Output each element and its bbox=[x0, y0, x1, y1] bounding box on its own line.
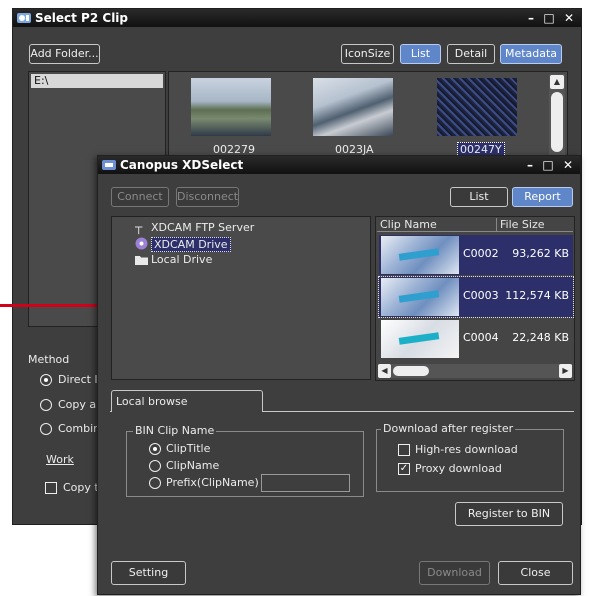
maximize-icon[interactable]: □ bbox=[540, 157, 556, 173]
clip-thumbnail[interactable] bbox=[313, 78, 393, 136]
prefix-radio[interactable] bbox=[149, 477, 161, 489]
clip-size: 22,248 KB bbox=[512, 331, 569, 344]
proxy-checkbox[interactable]: ✓ bbox=[398, 463, 410, 475]
xdselect-window: Canopus XDSelect – □ ✕ Connect Disconnec… bbox=[97, 155, 581, 595]
disconnect-button[interactable]: Disconnect bbox=[176, 187, 239, 207]
list-view-button[interactable]: List bbox=[400, 44, 441, 64]
tab-label: Local browse bbox=[116, 395, 188, 408]
column-header-file-size[interactable]: File Size bbox=[497, 218, 573, 232]
clip-thumbnail bbox=[381, 236, 459, 274]
scroll-thumb[interactable] bbox=[393, 366, 429, 376]
method-label: Method bbox=[28, 353, 70, 366]
clip-thumbnail[interactable] bbox=[437, 78, 517, 136]
copy-and-label[interactable]: Copy ar bbox=[58, 398, 101, 411]
column-header-label: Clip Name bbox=[380, 218, 437, 231]
clip-row[interactable]: C0003 112,574 KB bbox=[378, 276, 574, 318]
proxy-label[interactable]: Proxy download bbox=[415, 462, 502, 475]
minimize-icon[interactable]: – bbox=[523, 10, 539, 26]
high-res-checkbox[interactable] bbox=[398, 444, 410, 456]
connect-button[interactable]: Connect bbox=[111, 187, 169, 207]
minimize-icon[interactable]: – bbox=[522, 157, 538, 173]
clip-title-label[interactable]: ClipTitle bbox=[166, 442, 210, 455]
clip-list-hscrollbar[interactable]: ◀ ▶ bbox=[378, 364, 572, 378]
clip-thumbnail bbox=[381, 278, 459, 316]
group-legend: Download after register bbox=[381, 422, 516, 435]
xdselect-titlebar[interactable]: Canopus XDSelect – □ ✕ bbox=[98, 156, 580, 174]
setting-button[interactable]: Setting bbox=[111, 561, 186, 585]
clip-title-radio[interactable] bbox=[149, 443, 161, 455]
close-icon[interactable]: ✕ bbox=[561, 10, 577, 26]
clip-thumbnail bbox=[381, 320, 459, 358]
bin-clip-name-group: BIN Clip Name ClipTitle ClipName Prefix(… bbox=[126, 424, 364, 497]
scroll-up-icon[interactable]: ▲ bbox=[550, 75, 564, 89]
ftp-server-icon: ┬ bbox=[135, 220, 143, 234]
app-icon bbox=[102, 160, 116, 170]
clip-row[interactable]: C0004 22,248 KB bbox=[379, 319, 573, 359]
column-header-clip-name[interactable]: Clip Name bbox=[377, 218, 497, 232]
tab-local-browse[interactable]: Local browse bbox=[111, 390, 263, 412]
clip-name-label[interactable]: ClipName bbox=[166, 459, 219, 472]
clip-size: 93,262 KB bbox=[512, 247, 569, 260]
thumbnail-scrollbar[interactable]: ▲ bbox=[549, 74, 565, 158]
folder-path: E:\ bbox=[34, 74, 49, 87]
column-header-label: File Size bbox=[500, 218, 545, 231]
work-label: Work bbox=[46, 453, 74, 466]
direct-in-radio[interactable] bbox=[40, 374, 52, 386]
close-button[interactable]: Close bbox=[498, 561, 573, 585]
tree-item-label: Local Drive bbox=[151, 253, 213, 266]
scroll-right-icon[interactable]: ▶ bbox=[559, 364, 572, 378]
folder-item[interactable]: E:\ bbox=[31, 74, 163, 88]
tree-item-label: XDCAM FTP Server bbox=[151, 221, 255, 234]
app-icon bbox=[17, 13, 31, 23]
clip-name: C0004 bbox=[463, 331, 499, 344]
group-legend: BIN Clip Name bbox=[133, 424, 217, 437]
clip-name-radio[interactable] bbox=[149, 460, 161, 472]
clip-name: C0002 bbox=[463, 247, 499, 260]
clip-list[interactable]: Clip Name File Size C0002 93,262 KB C000… bbox=[375, 216, 575, 381]
source-tree[interactable]: ┬ XDCAM FTP Server XDCAM Drive Local Dri… bbox=[111, 216, 371, 380]
register-to-bin-button[interactable]: Register to BIN bbox=[455, 502, 563, 526]
scroll-thumb[interactable] bbox=[551, 92, 563, 152]
tree-item-label: XDCAM Drive bbox=[151, 237, 231, 252]
window-title: Select P2 Clip bbox=[35, 11, 129, 25]
prefix-label[interactable]: Prefix(ClipName) bbox=[166, 476, 259, 489]
folder-icon bbox=[135, 256, 148, 265]
high-res-label[interactable]: High-res download bbox=[415, 443, 518, 456]
list-button[interactable]: List bbox=[450, 187, 508, 207]
copy-and-radio[interactable] bbox=[40, 399, 52, 411]
clip-size: 112,574 KB bbox=[505, 289, 569, 302]
metadata-button[interactable]: Metadata bbox=[500, 44, 562, 64]
select-p2-clip-titlebar[interactable]: Select P2 Clip – □ ✕ bbox=[13, 9, 581, 27]
add-folder-button[interactable]: Add Folder... bbox=[29, 44, 100, 64]
detail-view-button[interactable]: Detail bbox=[447, 44, 495, 64]
clip-thumbnail[interactable] bbox=[191, 78, 271, 136]
clip-row[interactable]: C0002 93,262 KB bbox=[379, 235, 573, 275]
prefix-input[interactable] bbox=[261, 474, 350, 492]
copy-to-checkbox[interactable] bbox=[45, 482, 57, 494]
clip-name: C0003 bbox=[463, 289, 499, 302]
download-after-register-group: Download after register High-res downloa… bbox=[376, 422, 564, 492]
scroll-left-icon[interactable]: ◀ bbox=[378, 364, 391, 378]
thumbnail-pane: 002279 0023JA 00247Y ▲ bbox=[168, 71, 568, 161]
window-title: Canopus XDSelect bbox=[120, 158, 244, 172]
disc-drive-icon bbox=[135, 237, 148, 250]
report-button[interactable]: Report bbox=[512, 187, 573, 207]
icon-size-button[interactable]: IconSize bbox=[341, 44, 394, 64]
maximize-icon[interactable]: □ bbox=[541, 10, 557, 26]
download-button[interactable]: Download bbox=[419, 561, 490, 585]
close-icon[interactable]: ✕ bbox=[560, 157, 576, 173]
combine-radio[interactable] bbox=[40, 423, 52, 435]
